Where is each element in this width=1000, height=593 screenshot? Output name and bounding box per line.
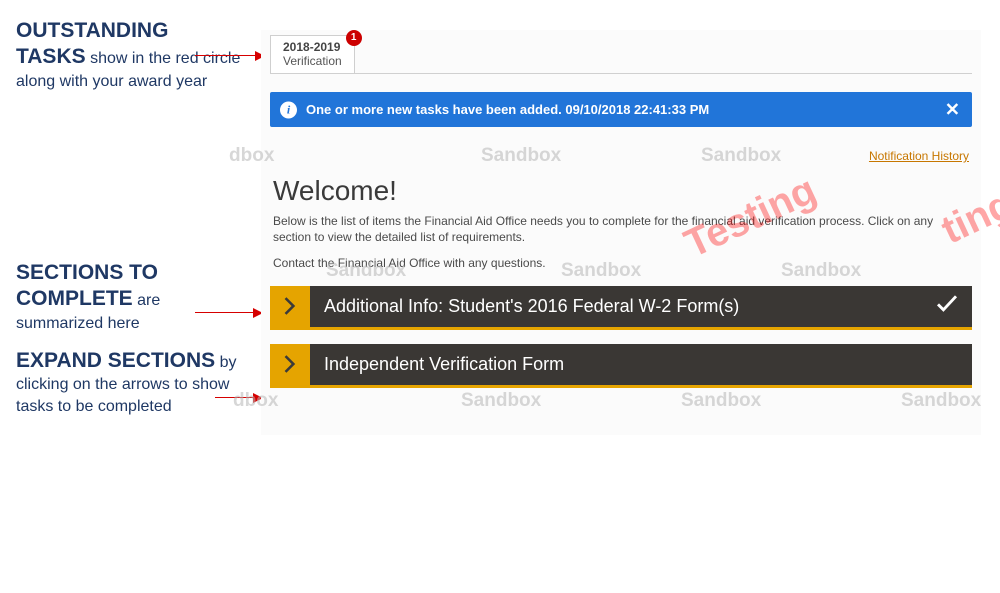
section-row[interactable]: Independent Verification Form	[270, 344, 972, 388]
watermark: Sandbox	[901, 390, 981, 412]
tab-label: Verification	[283, 54, 342, 68]
notification-history-link[interactable]: Notification History	[261, 149, 969, 163]
chevron-right-icon[interactable]	[270, 286, 310, 327]
section-title: Additional Info: Student's 2016 Federal …	[324, 296, 739, 316]
annotation-title: EXPAND SECTIONS	[16, 349, 215, 372]
tab-verification[interactable]: 2018-2019 Verification 1	[270, 35, 355, 73]
watermark: Sandbox	[461, 390, 541, 412]
arrow-icon	[195, 55, 255, 56]
section-bar: Additional Info: Student's 2016 Federal …	[310, 286, 972, 327]
outstanding-count-badge: 1	[346, 30, 362, 46]
welcome-block: Welcome! Below is the list of items the …	[273, 175, 969, 272]
welcome-paragraph: Below is the list of items the Financial…	[273, 213, 969, 245]
check-icon	[936, 295, 958, 318]
info-icon: i	[280, 101, 297, 118]
welcome-paragraph: Contact the Financial Aid Office with an…	[273, 255, 969, 271]
alert-banner: i One or more new tasks have been added.…	[270, 92, 972, 127]
chevron-right-icon[interactable]	[270, 344, 310, 385]
tab-row: 2018-2019 Verification 1	[261, 30, 981, 80]
watermark: Sandbox	[681, 390, 761, 412]
close-icon[interactable]: ✕	[945, 99, 960, 120]
annotation-sections-to-complete: SECTIONS TO COMPLETE are summarized here	[16, 260, 241, 334]
section-row[interactable]: Additional Info: Student's 2016 Federal …	[270, 286, 972, 330]
section-bar: Independent Verification Form	[310, 344, 972, 385]
alert-text: One or more new tasks have been added. 0…	[306, 102, 709, 117]
arrow-icon	[215, 397, 253, 398]
arrow-icon	[195, 312, 253, 313]
tab-underline	[270, 73, 972, 74]
annotation-expand-sections: EXPAND SECTIONS by clicking on the arrow…	[16, 348, 241, 417]
page-title: Welcome!	[273, 175, 969, 207]
app-panel: dbox Sandbox Sandbox Sandbox Sandbox San…	[261, 30, 981, 435]
section-title: Independent Verification Form	[324, 354, 564, 374]
tab-year: 2018-2019	[283, 40, 342, 54]
